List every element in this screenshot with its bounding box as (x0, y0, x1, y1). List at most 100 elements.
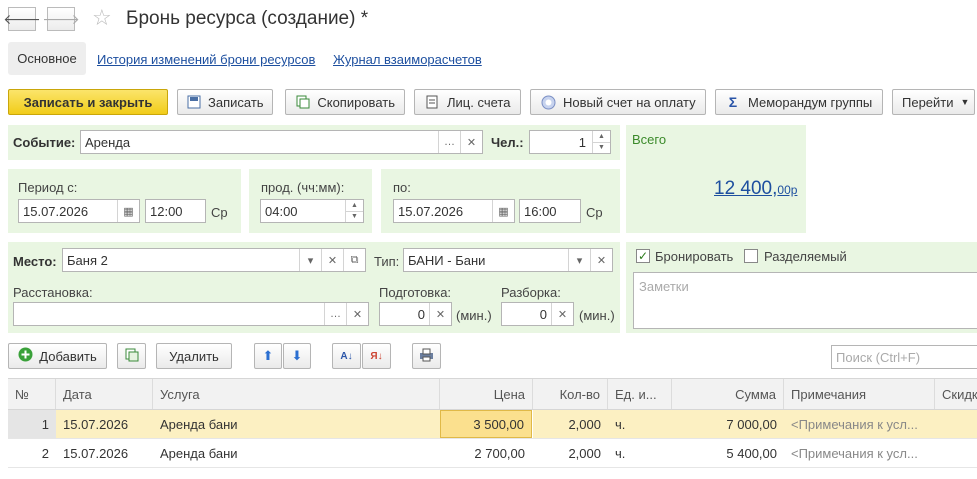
ledger-icon (424, 94, 440, 110)
stepper-down-icon[interactable]: ▼ (346, 212, 363, 223)
forward-button[interactable]: 🡒 (42, 7, 80, 31)
print-icon (419, 348, 434, 365)
stepper-up-icon[interactable]: ▲ (593, 131, 610, 143)
day-from-label: Ср (211, 205, 228, 220)
star-icon[interactable]: ☆ (92, 5, 112, 31)
book-checkbox[interactable]: ✓ (636, 249, 650, 263)
shared-label: Разделяемый (764, 249, 847, 264)
clear-icon[interactable]: ✕ (429, 303, 451, 325)
table-row[interactable]: 1 15.07.2026 Аренда бани 3 500,00 2,000 … (8, 410, 977, 439)
col-discount[interactable]: Скидка (935, 379, 977, 409)
move-up-button[interactable]: ⬆ (254, 343, 282, 369)
tab-history[interactable]: История изменений брони ресурсов (97, 52, 315, 67)
tab-journal[interactable]: Журнал взаиморасчетов (333, 52, 482, 67)
clear-icon[interactable]: ✕ (346, 303, 368, 325)
calendar-icon[interactable]: ▦ (117, 200, 139, 222)
stepper-down-icon[interactable]: ▼ (593, 143, 610, 154)
open-icon[interactable]: ⧉ (343, 249, 365, 271)
chevron-down-icon[interactable]: ▾ (568, 249, 590, 271)
accounts-button[interactable]: Лиц. счета (414, 89, 521, 115)
type-label: Тип: (374, 254, 400, 269)
sigma-icon: Σ (728, 94, 738, 110)
shared-checkbox[interactable] (744, 249, 758, 263)
save-and-close-button[interactable]: Записать и закрыть (8, 89, 168, 115)
prep-field[interactable]: 0 ✕ (379, 302, 452, 326)
clear-icon[interactable]: ✕ (321, 249, 343, 271)
persons-stepper[interactable]: 1 ▲ ▼ (529, 130, 611, 154)
save-icon (187, 94, 201, 110)
arrow-up-icon: ⬆ (262, 348, 274, 363)
col-price[interactable]: Цена (440, 379, 533, 409)
arrangement-field[interactable]: … ✕ (13, 302, 369, 326)
duration-field[interactable]: 04:00 ▲ ▼ (260, 199, 364, 223)
teardown-unit: (мин.) (579, 308, 615, 323)
copy-button[interactable]: Скопировать (285, 89, 405, 115)
table-header: № Дата Услуга Цена Кол-во Ед. и... Сумма… (8, 378, 977, 410)
delete-row-button[interactable]: Удалить (156, 343, 232, 369)
clear-icon[interactable]: ✕ (551, 303, 573, 325)
search-input[interactable]: Поиск (Ctrl+F) (831, 345, 977, 369)
choose-icon[interactable]: … (324, 303, 346, 325)
clear-icon[interactable]: ✕ (460, 131, 482, 153)
page-title: Бронь ресурса (создание) * (126, 8, 369, 29)
teardown-label: Разборка: (501, 285, 561, 300)
back-button[interactable]: 🡐 (3, 7, 41, 31)
print-button[interactable] (412, 343, 441, 369)
group-memo-button[interactable]: Σ Меморандум группы (715, 89, 883, 115)
col-number[interactable]: № (8, 379, 56, 409)
clear-icon[interactable]: ✕ (590, 249, 612, 271)
arrangement-label: Расстановка: (13, 285, 93, 300)
stepper-up-icon[interactable]: ▲ (346, 200, 363, 212)
choose-icon[interactable]: … (438, 131, 460, 153)
col-service[interactable]: Услуга (153, 379, 440, 409)
total-amount[interactable]: 12 400,00р (714, 178, 797, 200)
prep-unit: (мин.) (456, 308, 492, 323)
save-button[interactable]: Записать (177, 89, 273, 115)
plus-icon (18, 347, 33, 365)
goto-menu-button[interactable]: Перейти ▼ (892, 89, 975, 115)
col-notes[interactable]: Примечания (784, 379, 935, 409)
copy-row-button[interactable] (117, 343, 146, 369)
type-field[interactable]: БАНИ - Бани ▾ ✕ (403, 248, 613, 272)
chevron-down-icon[interactable]: ▾ (299, 249, 321, 271)
table-row[interactable]: 2 15.07.2026 Аренда бани 2 700,00 2,000 … (8, 439, 977, 468)
place-field[interactable]: Баня 2 ▾ ✕ ⧉ (62, 248, 366, 272)
price-cell-active[interactable]: 3 500,00 (440, 410, 532, 438)
sort-icon: Я↓ (370, 350, 383, 362)
book-label: Бронировать (655, 249, 734, 264)
col-unit[interactable]: Ед. и... (608, 379, 672, 409)
date-to-field[interactable]: 15.07.2026 ▦ (393, 199, 515, 223)
date-from-field[interactable]: 15.07.2026 ▦ (18, 199, 140, 223)
period-to-label: по: (393, 180, 411, 195)
add-row-button[interactable]: Добавить (8, 343, 107, 369)
prep-label: Подготовка: (379, 285, 452, 300)
notes-field[interactable]: Заметки (633, 272, 977, 329)
event-label: Событие: (13, 135, 76, 150)
sort-desc-button[interactable]: Я↓ (362, 343, 391, 369)
time-to-field[interactable]: 16:00 (519, 199, 581, 223)
col-sum[interactable]: Сумма (672, 379, 784, 409)
day-to-label: Ср (586, 205, 603, 220)
invoice-icon (540, 94, 556, 110)
period-from-label: Период с: (18, 180, 78, 195)
arrow-left-icon: 🡐 (3, 10, 41, 27)
chevron-down-icon: ▼ (960, 97, 970, 107)
col-qty[interactable]: Кол-во (533, 379, 608, 409)
sort-asc-button[interactable]: A↓ (332, 343, 361, 369)
teardown-field[interactable]: 0 ✕ (501, 302, 574, 326)
arrow-down-icon: ⬇ (291, 348, 303, 363)
duration-label: прод. (чч:мм): (261, 180, 345, 195)
place-label: Место: (13, 254, 57, 269)
col-date[interactable]: Дата (56, 379, 153, 409)
total-label: Всего (632, 132, 667, 147)
copy-icon (125, 348, 139, 365)
event-field[interactable]: Аренда … ✕ (80, 130, 483, 154)
move-down-button[interactable]: ⬇ (283, 343, 311, 369)
calendar-icon[interactable]: ▦ (492, 200, 514, 222)
tab-main[interactable]: Основное (8, 42, 86, 75)
time-from-field[interactable]: 12:00 (145, 199, 206, 223)
new-invoice-button[interactable]: Новый счет на оплату (530, 89, 706, 115)
arrow-right-icon: 🡒 (42, 10, 80, 27)
sort-icon: A↓ (340, 350, 353, 362)
copy-icon (295, 94, 310, 110)
